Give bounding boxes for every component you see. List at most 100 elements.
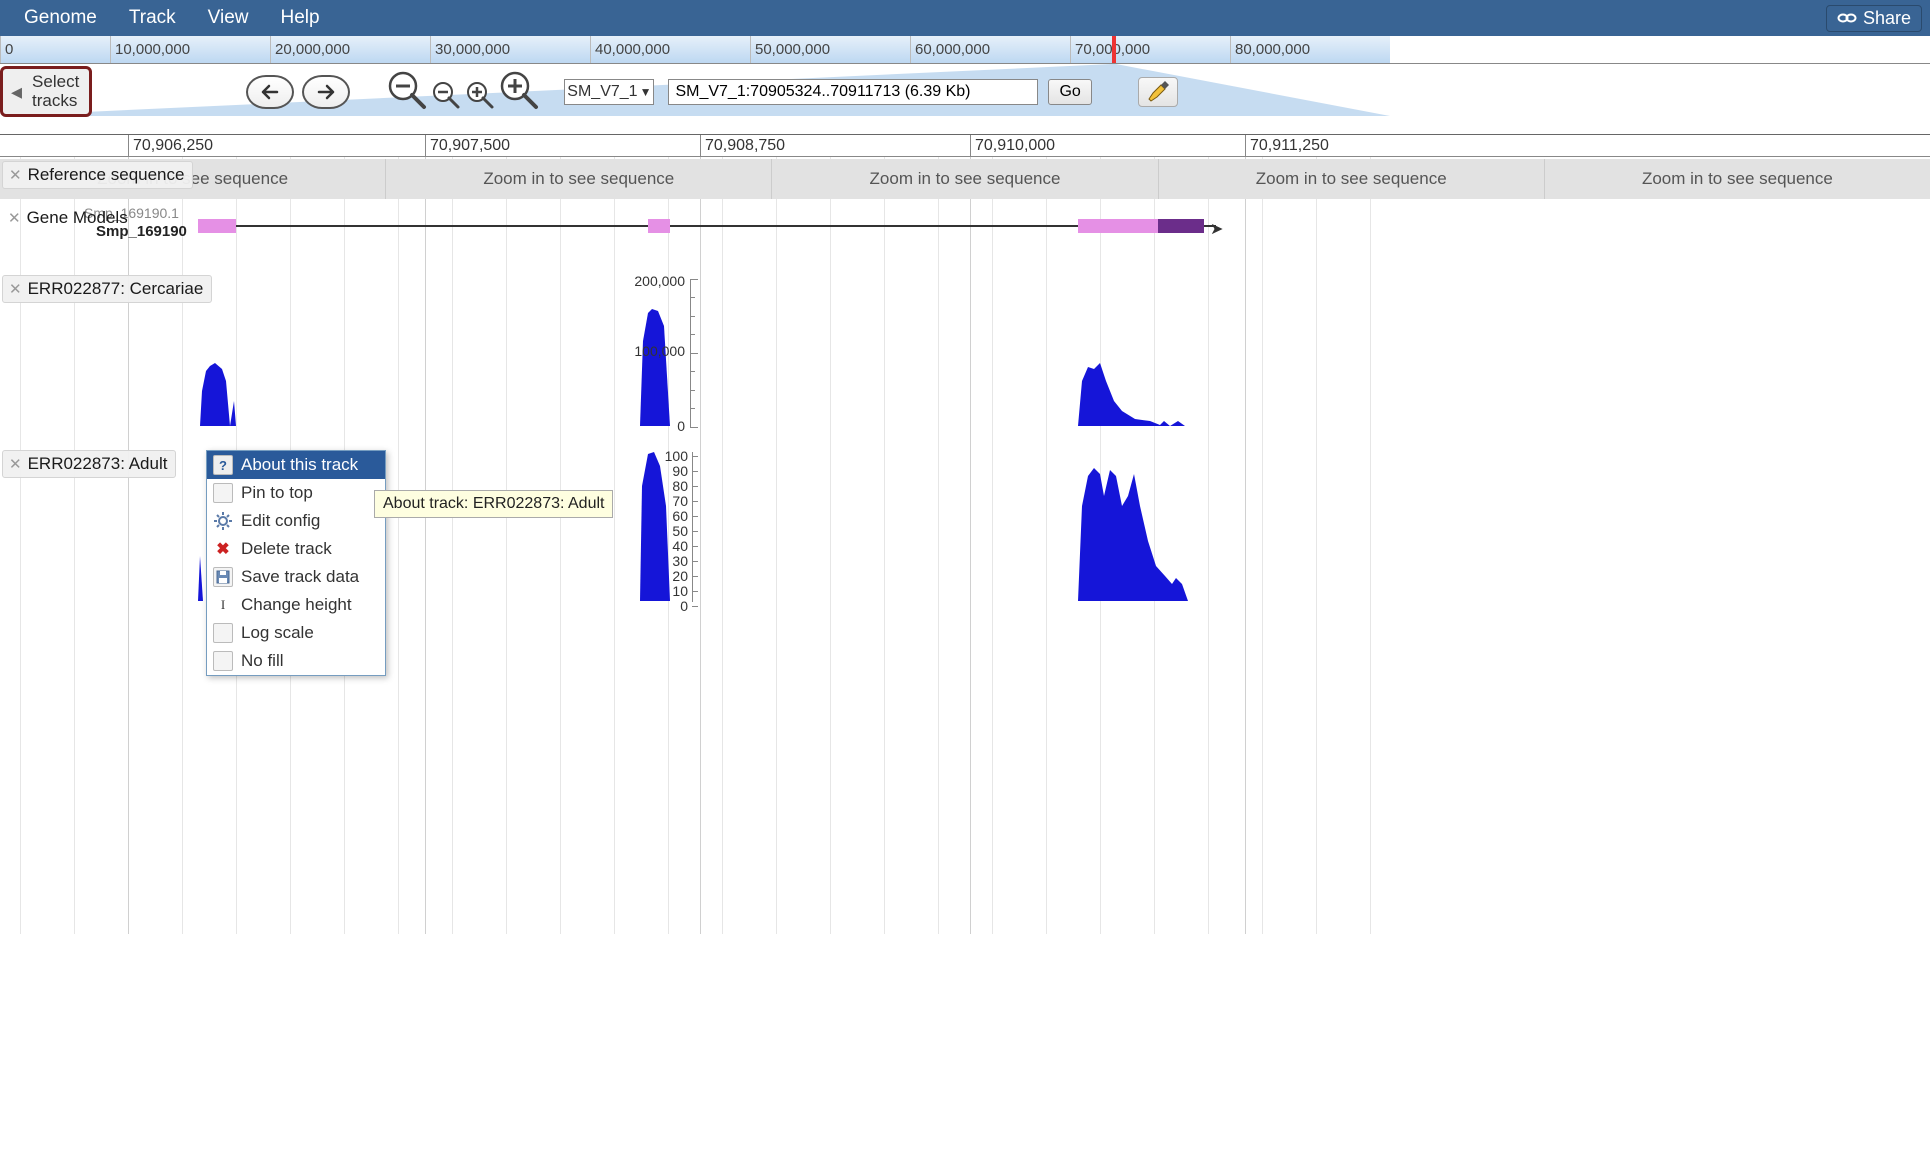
track-label-text: Reference sequence xyxy=(28,165,185,185)
close-track-icon[interactable]: ✕ xyxy=(7,455,24,473)
highlight-button[interactable] xyxy=(1138,77,1178,107)
overview-tick: 80,000,000 xyxy=(1230,36,1310,63)
track-label-gene-models[interactable]: ✕ Gene Models xyxy=(2,205,136,231)
context-menu-label: Pin to top xyxy=(241,483,313,503)
zoom-in-big-button[interactable] xyxy=(498,69,540,114)
share-button[interactable]: Share xyxy=(1826,5,1922,32)
overview-tick: 30,000,000 xyxy=(430,36,510,63)
resize-height-icon: I xyxy=(213,595,233,615)
zoom-in-large-icon xyxy=(498,69,540,111)
delete-icon: ✖ xyxy=(213,539,233,559)
scale-tick-label: 70 xyxy=(672,493,688,509)
pan-right-button[interactable] xyxy=(302,75,350,109)
gene-direction-arrow-icon: ➤ xyxy=(1210,219,1223,239)
exon[interactable] xyxy=(1078,219,1158,233)
context-menu-item[interactable]: Save track data xyxy=(207,563,385,591)
track-label-text: ERR022873: Adult xyxy=(28,454,168,474)
close-track-icon[interactable]: ✕ xyxy=(6,209,23,227)
save-icon xyxy=(213,567,233,587)
overview-tick: 10,000,000 xyxy=(110,36,190,63)
zoom-message: Zoom in to see sequence xyxy=(1158,159,1544,199)
scale-tick-label: 0 xyxy=(680,598,688,614)
context-menu-item[interactable]: Pin to top xyxy=(207,479,385,507)
select-tracks-label: Select tracks xyxy=(32,73,79,110)
menu-bar: Genome Track View Help Share xyxy=(0,0,1930,36)
overview-tick: 40,000,000 xyxy=(590,36,670,63)
track-cercariae: ✕ ERR022877: Cercariae 200,000 100,000 0 xyxy=(0,271,1930,446)
zoom-message: Zoom in to see sequence xyxy=(385,159,771,199)
chromosome-select[interactable]: SM_V7_1 ▼ xyxy=(564,79,654,105)
ruler-tick: 70,908,750 xyxy=(700,135,785,156)
context-menu-label: No fill xyxy=(241,651,284,671)
close-track-icon[interactable]: ✕ xyxy=(7,280,24,298)
scale-tick-label: 10 xyxy=(672,583,688,599)
track-label-text: Gene Models xyxy=(27,208,128,228)
link-icon xyxy=(1837,12,1857,24)
zoom-out-big-button[interactable] xyxy=(386,69,428,114)
exon[interactable] xyxy=(648,219,670,233)
menu-help[interactable]: Help xyxy=(265,7,336,29)
exon[interactable] xyxy=(1158,219,1204,233)
refseq-zoom-messages: Zoom in to see sequenceZoom in to see se… xyxy=(0,159,1930,199)
track-label-cercariae[interactable]: ✕ ERR022877: Cercariae xyxy=(2,275,212,303)
zoom-out-large-icon xyxy=(386,69,428,111)
zoom-out-small-button[interactable] xyxy=(430,79,462,114)
share-label: Share xyxy=(1863,8,1911,29)
context-menu-item[interactable]: Log scale xyxy=(207,619,385,647)
location-input[interactable] xyxy=(668,79,1038,105)
track-label-reference-sequence[interactable]: ✕ Reference sequence xyxy=(2,161,193,189)
menu-track[interactable]: Track xyxy=(113,7,192,29)
close-track-icon[interactable]: ✕ xyxy=(7,166,24,184)
track-label-adult[interactable]: ✕ ERR022873: Adult xyxy=(2,450,176,478)
context-menu-label: Log scale xyxy=(241,623,314,643)
navigation-row: ◂ Select tracks S xyxy=(0,64,1930,134)
overview-tick: 60,000,000 xyxy=(910,36,990,63)
highlighter-icon xyxy=(1145,81,1171,103)
exon[interactable] xyxy=(198,219,236,233)
context-menu-label: Delete track xyxy=(241,539,332,559)
zoom-in-small-icon xyxy=(464,79,496,111)
context-menu-item[interactable]: ? About this track xyxy=(207,451,385,479)
track-reference-sequence: Zoom in to see sequenceZoom in to see se… xyxy=(0,157,1930,201)
scale-tick-label: 40 xyxy=(672,538,688,554)
overview-ruler[interactable]: 010,000,00020,000,00030,000,00040,000,00… xyxy=(0,36,1930,64)
chevron-left-icon: ◂ xyxy=(7,79,26,105)
track-context-menu[interactable]: ? About this track Pin to top Edit config ✖ D… xyxy=(206,450,386,676)
context-menu-item[interactable]: IChange height xyxy=(207,591,385,619)
scale-tick-label: 60 xyxy=(672,508,688,524)
pan-left-button[interactable] xyxy=(246,75,294,109)
ruler-tick: 70,907,500 xyxy=(425,135,510,156)
arrow-right-icon xyxy=(311,82,341,102)
checkbox-icon xyxy=(213,483,233,503)
checkbox-icon xyxy=(213,651,233,671)
overview-position-marker xyxy=(1112,36,1116,63)
gene-intron-line[interactable] xyxy=(198,225,1216,227)
overview-tick: 50,000,000 xyxy=(750,36,830,63)
menu-view[interactable]: View xyxy=(192,7,265,29)
context-menu-label: Save track data xyxy=(241,567,359,587)
track-gene-models: ✕ Gene Models Smp_169190.1 Smp_169190 ➤ xyxy=(0,201,1930,271)
scale-tick-label: 30 xyxy=(672,553,688,569)
zoom-message: Zoom in to see sequence xyxy=(1544,159,1930,199)
dropdown-caret-icon: ▼ xyxy=(640,85,652,99)
scale-tick-label: 100 xyxy=(665,448,688,464)
zoom-in-small-button[interactable] xyxy=(464,79,496,114)
menu-genome[interactable]: Genome xyxy=(8,7,113,29)
go-button[interactable]: Go xyxy=(1048,79,1091,105)
position-ruler[interactable]: 70,906,25070,907,50070,908,75070,910,000… xyxy=(0,135,1930,157)
context-menu-item[interactable]: Edit config xyxy=(207,507,385,535)
scale-tick-label: 20 xyxy=(672,568,688,584)
help-icon: ? xyxy=(213,455,233,475)
arrow-left-icon xyxy=(255,82,285,102)
cercariae-scale-ticks xyxy=(690,279,700,427)
context-menu-item[interactable]: ✖ Delete track xyxy=(207,535,385,563)
scale-tick-label: 80 xyxy=(672,478,688,494)
tooltip: About track: ERR022873: Adult xyxy=(374,490,613,518)
context-menu-label: About this track xyxy=(241,455,358,475)
cercariae-scale: 200,000 100,000 0 xyxy=(620,273,685,433)
select-tracks-button[interactable]: ◂ Select tracks xyxy=(0,66,92,117)
overview-tick: 70,000,000 xyxy=(1070,36,1150,63)
track-pane: 70,906,25070,907,50070,908,75070,910,000… xyxy=(0,134,1930,934)
context-menu-item[interactable]: No fill xyxy=(207,647,385,675)
ruler-tick: 70,906,250 xyxy=(128,135,213,156)
